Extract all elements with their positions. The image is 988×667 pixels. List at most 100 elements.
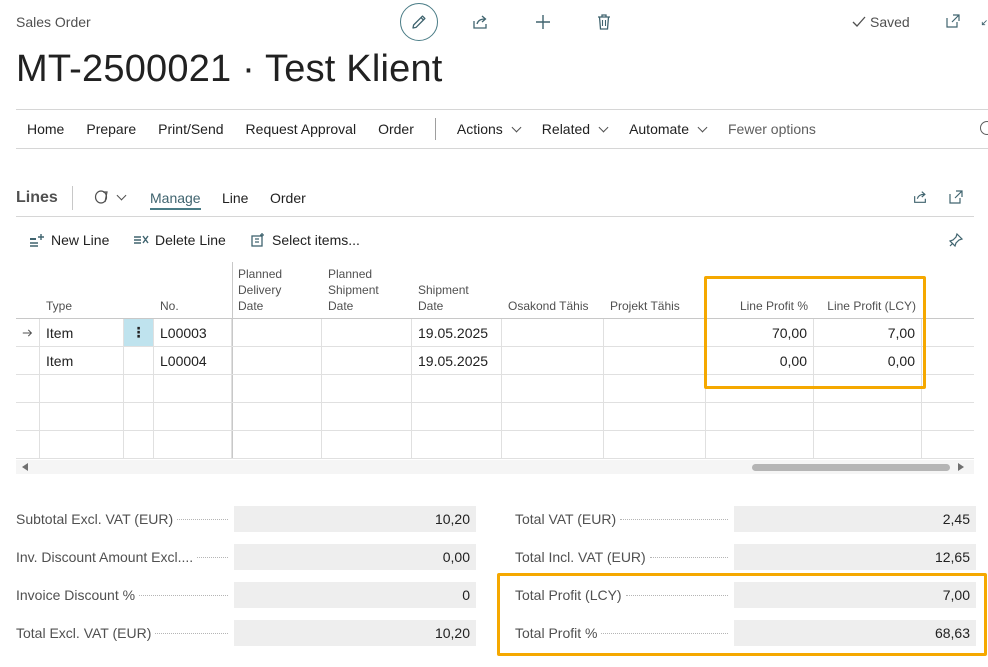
- cell[interactable]: [232, 375, 322, 402]
- collapse-button[interactable]: [978, 16, 988, 32]
- cell[interactable]: [604, 375, 706, 402]
- cell-planned-delivery-date[interactable]: [232, 319, 322, 346]
- cell-no[interactable]: [154, 375, 232, 402]
- cell-type[interactable]: [40, 403, 124, 430]
- cell[interactable]: [502, 375, 604, 402]
- empty-row[interactable]: [16, 403, 974, 431]
- row-actions-button[interactable]: [124, 431, 154, 458]
- col-header-type-label: Type: [46, 299, 73, 313]
- lines-tab-manage[interactable]: Manage: [150, 190, 201, 210]
- cell-no[interactable]: [154, 403, 232, 430]
- cell-type[interactable]: [40, 431, 124, 458]
- lines-views-button[interactable]: [94, 189, 127, 205]
- cell-shipment-date[interactable]: 19.05.2025: [412, 319, 502, 346]
- lines-share-button[interactable]: [911, 188, 929, 206]
- totals-row: Total Incl. VAT (EUR) 12,65: [515, 543, 976, 571]
- empty-row[interactable]: [16, 431, 974, 459]
- select-items-button[interactable]: Select items...: [250, 232, 360, 248]
- cell[interactable]: [322, 403, 412, 430]
- col-header-type[interactable]: Type: [40, 262, 124, 318]
- menu-related-label: Related: [541, 121, 591, 137]
- fewer-options-button[interactable]: Fewer options: [717, 121, 827, 137]
- row-actions-button[interactable]: ⋮: [124, 319, 154, 346]
- col-header-osakond[interactable]: Osakond Tähis: [502, 262, 604, 318]
- cell-planned-shipment-date[interactable]: [322, 347, 412, 374]
- cell[interactable]: [412, 403, 502, 430]
- row-indicator: [16, 375, 40, 402]
- document-type-label: Sales Order: [16, 14, 91, 30]
- lines-expand-button[interactable]: [947, 188, 965, 206]
- action-prepare[interactable]: Prepare: [75, 121, 147, 137]
- delete-button[interactable]: [593, 12, 615, 32]
- cell[interactable]: [604, 403, 706, 430]
- cell-no[interactable]: L00003: [154, 319, 232, 346]
- lines-tab-line[interactable]: Line: [222, 190, 248, 206]
- delete-line-label: Delete Line: [155, 232, 226, 248]
- action-print-send[interactable]: Print/Send: [147, 121, 234, 137]
- cell-osakond[interactable]: [502, 347, 604, 374]
- info-pane-icon[interactable]: [980, 121, 988, 135]
- pin-icon: [948, 232, 964, 248]
- cell[interactable]: [814, 431, 922, 458]
- row-actions-button[interactable]: [124, 403, 154, 430]
- cell[interactable]: [322, 431, 412, 458]
- saved-status: Saved: [852, 14, 910, 30]
- new-button[interactable]: [532, 12, 554, 32]
- scroll-right-icon[interactable]: [958, 463, 964, 471]
- col-header-shipment-date[interactable]: Shipment Date: [412, 262, 502, 318]
- cell-no[interactable]: L00004: [154, 347, 232, 374]
- cell[interactable]: [322, 375, 412, 402]
- col-header-label: Planned: [328, 267, 373, 281]
- checkmark-icon: [852, 16, 866, 27]
- action-order[interactable]: Order: [367, 121, 425, 137]
- open-new-window-button[interactable]: [944, 12, 962, 30]
- cell-type[interactable]: Item: [40, 347, 124, 374]
- row-actions-button[interactable]: [124, 375, 154, 402]
- cell[interactable]: [706, 431, 814, 458]
- cell-osakond[interactable]: [502, 319, 604, 346]
- menu-actions[interactable]: Actions: [446, 121, 531, 137]
- cell[interactable]: [706, 403, 814, 430]
- action-bar: Home Prepare Print/Send Request Approval…: [16, 109, 988, 149]
- edit-button[interactable]: [400, 3, 438, 41]
- cell[interactable]: [604, 431, 706, 458]
- cell-type[interactable]: [40, 375, 124, 402]
- scroll-left-icon[interactable]: [22, 463, 28, 471]
- pin-button[interactable]: [947, 231, 965, 249]
- arrow-right-icon: [22, 329, 33, 336]
- cell[interactable]: [502, 431, 604, 458]
- cell-projekt[interactable]: [604, 347, 706, 374]
- cell-no[interactable]: [154, 431, 232, 458]
- cell[interactable]: [502, 403, 604, 430]
- col-header-no[interactable]: No.: [154, 262, 232, 318]
- cell-type[interactable]: Item: [40, 319, 124, 346]
- action-request-approval[interactable]: Request Approval: [235, 121, 368, 137]
- share-button[interactable]: [469, 12, 491, 32]
- expand-icon: [949, 190, 963, 204]
- cell-planned-delivery-date[interactable]: [232, 347, 322, 374]
- menu-automate[interactable]: Automate: [618, 121, 717, 137]
- cell[interactable]: [232, 403, 322, 430]
- cell[interactable]: [412, 375, 502, 402]
- cell[interactable]: [814, 403, 922, 430]
- col-header-planned-shipment-date[interactable]: Planned Shipment Date: [322, 262, 412, 318]
- row-actions-button[interactable]: [124, 347, 154, 374]
- cell-planned-shipment-date[interactable]: [322, 319, 412, 346]
- share-icon: [914, 191, 926, 203]
- action-home[interactable]: Home: [16, 121, 75, 137]
- cell[interactable]: [412, 431, 502, 458]
- cell-shipment-date[interactable]: 19.05.2025: [412, 347, 502, 374]
- cell[interactable]: [232, 431, 322, 458]
- chevron-down-icon: [697, 122, 708, 132]
- total-label: Total VAT (EUR): [515, 511, 617, 527]
- menu-related[interactable]: Related: [531, 121, 618, 137]
- new-line-button[interactable]: New Line: [29, 232, 109, 248]
- col-header-projekt[interactable]: Projekt Tähis: [604, 262, 706, 318]
- scrollbar-thumb[interactable]: [752, 464, 950, 471]
- cell-projekt[interactable]: [604, 319, 706, 346]
- row-indicator: [16, 403, 40, 430]
- new-line-label: New Line: [51, 232, 110, 248]
- col-header-planned-delivery-date[interactable]: Planned Delivery Date: [232, 262, 322, 318]
- delete-line-button[interactable]: Delete Line: [133, 232, 226, 248]
- lines-tab-order[interactable]: Order: [270, 190, 306, 206]
